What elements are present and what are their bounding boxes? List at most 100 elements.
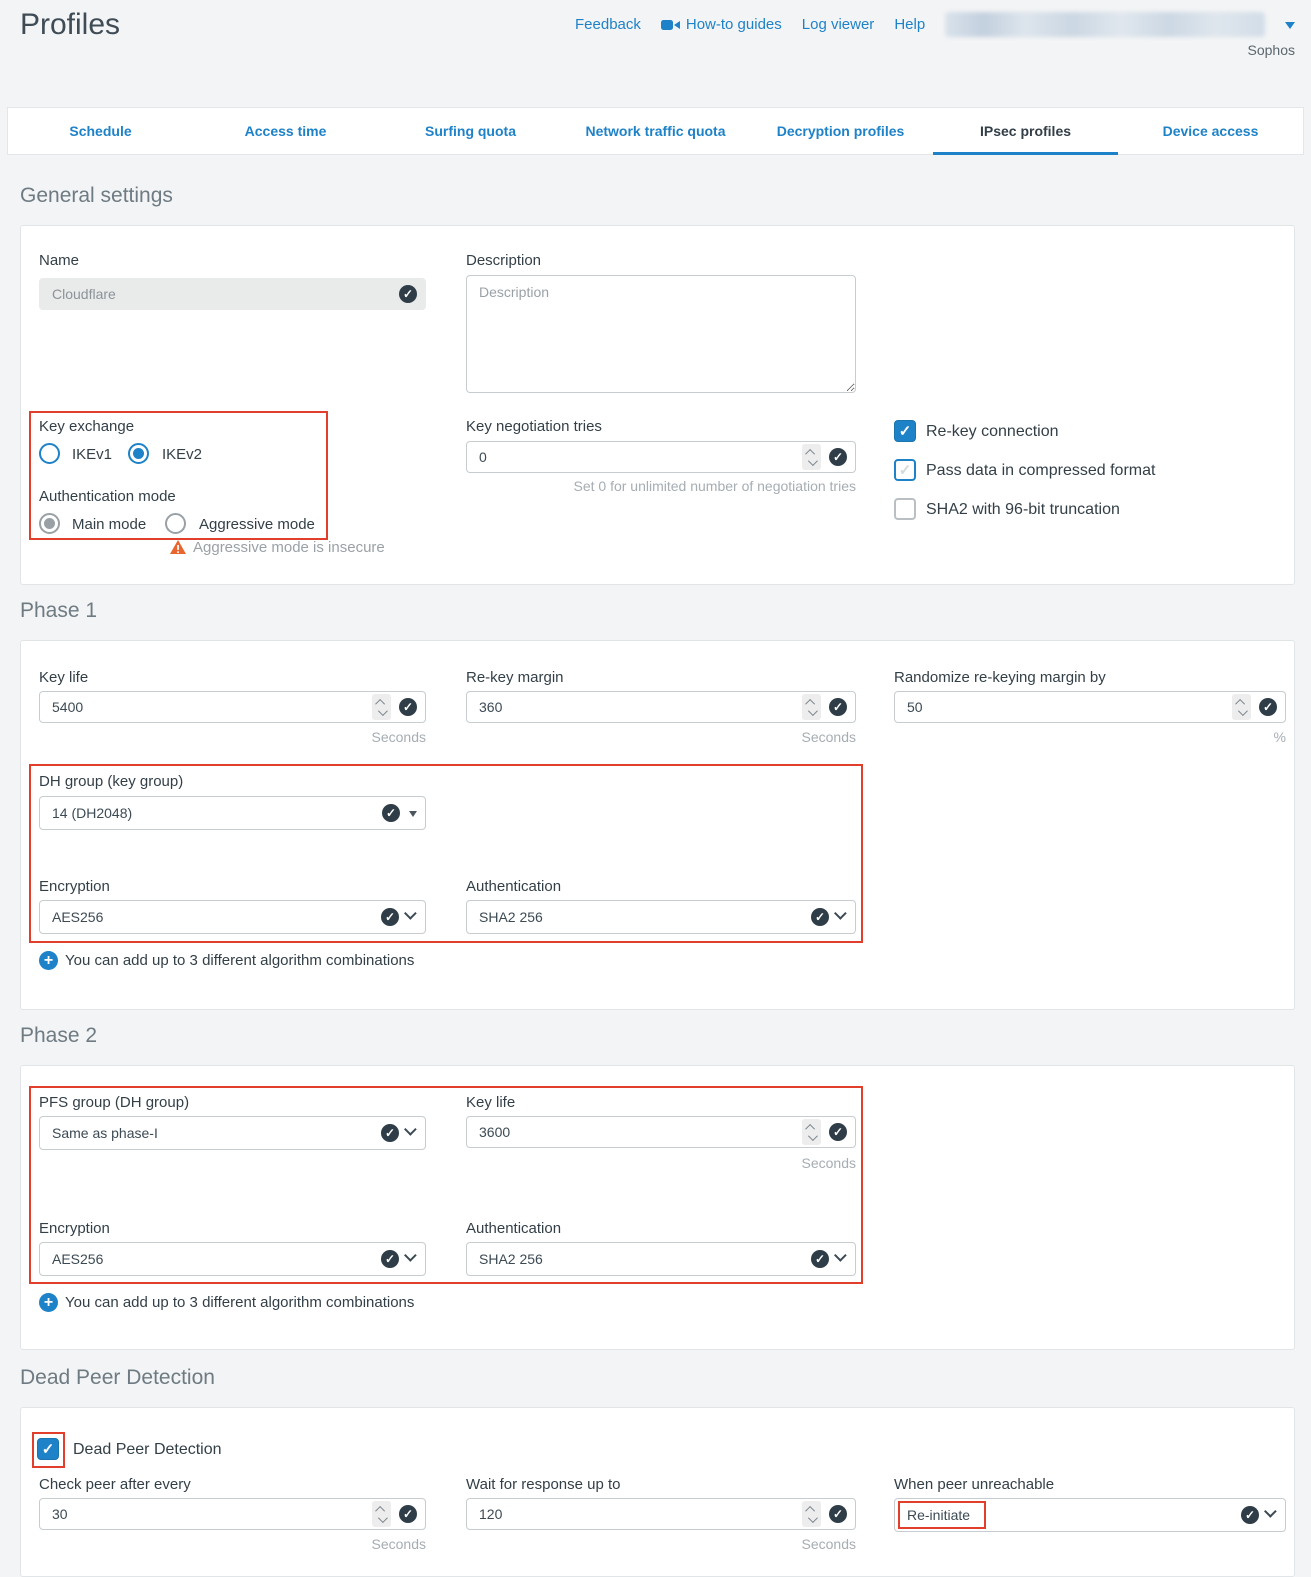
radio-aggressive-mode[interactable] xyxy=(165,513,186,534)
phase1-encryption-label: Encryption xyxy=(39,878,110,895)
dpd-checkbox-label[interactable]: Dead Peer Detection xyxy=(73,1441,222,1459)
chevron-down-icon xyxy=(834,907,847,920)
check-peer-label: Check peer after every xyxy=(39,1476,191,1493)
authentication-mode-label: Authentication mode xyxy=(39,488,176,505)
name-label: Name xyxy=(39,252,79,269)
sha2-truncation-label[interactable]: SHA2 with 96-bit truncation xyxy=(926,501,1120,519)
tab-bar: Schedule Access time Surfing quota Netwo… xyxy=(7,107,1304,155)
peer-unreachable-select[interactable]: Re-initiate ✓ xyxy=(894,1498,1286,1532)
compressed-format-label[interactable]: Pass data in compressed format xyxy=(926,462,1155,480)
dh-group-value: 14 (DH2048) xyxy=(52,805,382,821)
number-stepper[interactable] xyxy=(802,1119,821,1145)
check-peer-value: 30 xyxy=(52,1506,372,1522)
valid-check-icon: ✓ xyxy=(811,908,829,926)
phase2-authentication-select[interactable]: SHA2 256 ✓ xyxy=(466,1242,856,1276)
phase2-encryption-label: Encryption xyxy=(39,1220,110,1237)
chevron-down-icon xyxy=(404,907,417,920)
number-stepper[interactable] xyxy=(802,444,821,470)
phase1-key-life-value: 5400 xyxy=(52,699,372,715)
phase2-authentication-value: SHA2 256 xyxy=(479,1251,811,1267)
phase1-key-life-hint: Seconds xyxy=(39,729,426,745)
rekey-connection-label[interactable]: Re-key connection xyxy=(926,423,1059,441)
radio-main-mode-label[interactable]: Main mode xyxy=(72,516,146,533)
tab-schedule[interactable]: Schedule xyxy=(8,108,193,154)
key-negotiation-hint: Set 0 for unlimited number of negotiatio… xyxy=(466,478,856,494)
valid-check-icon: ✓ xyxy=(1259,698,1277,716)
description-textarea[interactable] xyxy=(466,275,856,393)
number-stepper[interactable] xyxy=(802,694,821,720)
pfs-group-value: Same as phase-I xyxy=(52,1125,381,1141)
phase1-authentication-select[interactable]: SHA2 256 ✓ xyxy=(466,900,856,934)
key-negotiation-input[interactable]: 0 ✓ xyxy=(466,441,856,473)
tab-decryption-profiles[interactable]: Decryption profiles xyxy=(748,108,933,154)
dh-group-select[interactable]: 14 (DH2048) ✓ xyxy=(39,796,426,830)
feedback-link[interactable]: Feedback xyxy=(575,16,641,33)
randomize-margin-input[interactable]: 50 ✓ xyxy=(894,691,1286,723)
valid-check-icon: ✓ xyxy=(399,698,417,716)
valid-check-icon: ✓ xyxy=(381,1250,399,1268)
help-link[interactable]: Help xyxy=(894,16,925,33)
number-stepper[interactable] xyxy=(372,694,391,720)
rekey-margin-value: 360 xyxy=(479,699,802,715)
peer-unreachable-value: Re-initiate xyxy=(907,1507,1241,1523)
phase2-key-life-value: 3600 xyxy=(479,1124,802,1140)
valid-check-icon: ✓ xyxy=(829,698,847,716)
wait-response-label: Wait for response up to xyxy=(466,1476,621,1493)
rekey-connection-checkbox[interactable]: ✓ xyxy=(894,420,916,442)
log-viewer-link[interactable]: Log viewer xyxy=(802,16,875,33)
radio-aggressive-mode-label[interactable]: Aggressive mode xyxy=(199,516,315,533)
phase1-encryption-select[interactable]: AES256 ✓ xyxy=(39,900,426,934)
phase1-key-life-input[interactable]: 5400 ✓ xyxy=(39,691,426,723)
device-name-redacted xyxy=(945,12,1265,37)
sha2-truncation-checkbox[interactable] xyxy=(894,498,916,520)
top-navigation: Feedback How-to guides Log viewer Help xyxy=(575,12,1295,37)
howto-guides-link[interactable]: How-to guides xyxy=(661,16,782,33)
dh-group-label: DH group (key group) xyxy=(39,773,183,790)
tab-ipsec-profiles[interactable]: IPsec profiles xyxy=(933,108,1118,154)
dpd-checkbox[interactable]: ✓ xyxy=(37,1438,59,1460)
radio-ikev2-label[interactable]: IKEv2 xyxy=(162,446,202,463)
phase2-key-life-hint: Seconds xyxy=(466,1155,856,1171)
valid-check-icon: ✓ xyxy=(399,1505,417,1523)
chevron-down-icon xyxy=(834,1249,847,1262)
radio-main-mode[interactable] xyxy=(39,513,60,534)
plus-circle-icon[interactable]: + xyxy=(39,951,58,970)
phase2-authentication-label: Authentication xyxy=(466,1220,561,1237)
pfs-group-label: PFS group (DH group) xyxy=(39,1094,189,1111)
randomize-margin-label: Randomize re-keying margin by xyxy=(894,669,1106,686)
pfs-group-select[interactable]: Same as phase-I ✓ xyxy=(39,1116,426,1150)
radio-ikev2[interactable] xyxy=(128,443,149,464)
compressed-format-checkbox[interactable]: ✓ xyxy=(894,459,916,481)
chevron-down-icon xyxy=(404,1249,417,1262)
chevron-down-icon xyxy=(1264,1505,1277,1518)
plus-circle-icon[interactable]: + xyxy=(39,1293,58,1312)
general-settings-heading: General settings xyxy=(20,184,173,208)
rekey-margin-input[interactable]: 360 ✓ xyxy=(466,691,856,723)
number-stepper[interactable] xyxy=(372,1501,391,1527)
description-label: Description xyxy=(466,252,541,269)
valid-check-icon: ✓ xyxy=(381,1124,399,1142)
phase2-key-life-input[interactable]: 3600 ✓ xyxy=(466,1116,856,1148)
phase1-card: Key life 5400 ✓ Seconds Re-key margin 36… xyxy=(20,640,1295,1010)
tab-access-time[interactable]: Access time xyxy=(193,108,378,154)
warning-triangle-icon xyxy=(169,539,187,555)
rekey-margin-label: Re-key margin xyxy=(466,669,564,686)
wait-response-input[interactable]: 120 ✓ xyxy=(466,1498,856,1530)
key-exchange-label: Key exchange xyxy=(39,418,134,435)
radio-ikev1[interactable] xyxy=(39,443,60,464)
valid-check-icon: ✓ xyxy=(382,804,400,822)
number-stepper[interactable] xyxy=(1232,694,1251,720)
phase2-encryption-select[interactable]: AES256 ✓ xyxy=(39,1242,426,1276)
check-peer-input[interactable]: 30 ✓ xyxy=(39,1498,426,1530)
chevron-down-icon[interactable] xyxy=(1285,22,1295,34)
tab-device-access[interactable]: Device access xyxy=(1118,108,1303,154)
general-settings-card: Name Cloudflare ✓ Description Key exchan… xyxy=(20,225,1295,585)
key-negotiation-label: Key negotiation tries xyxy=(466,418,602,435)
name-value: Cloudflare xyxy=(52,286,399,302)
radio-ikev1-label[interactable]: IKEv1 xyxy=(72,446,112,463)
phase2-heading: Phase 2 xyxy=(20,1024,97,1048)
number-stepper[interactable] xyxy=(802,1501,821,1527)
tab-network-traffic-quota[interactable]: Network traffic quota xyxy=(563,108,748,154)
valid-check-icon: ✓ xyxy=(829,1505,847,1523)
tab-surfing-quota[interactable]: Surfing quota xyxy=(378,108,563,154)
